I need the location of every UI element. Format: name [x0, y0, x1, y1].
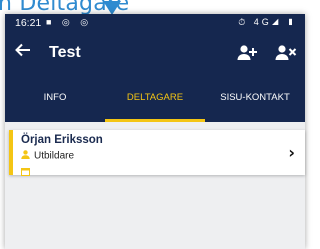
participant-role-row: Utbildare [21, 150, 74, 162]
caption-arrow-icon [103, 1, 121, 15]
system-status-icons: ⏱ 4G◢ ▮ [238, 17, 297, 27]
notification-icons: ■ ◎ ◎ [46, 17, 93, 27]
chevron-right-icon[interactable]: › [288, 143, 295, 162]
tab-deltagare[interactable]: DELTAGARE [105, 74, 205, 122]
tab-indicator [105, 119, 205, 122]
back-arrow-icon[interactable] [14, 41, 38, 65]
person-add-icon[interactable] [237, 44, 257, 62]
status-time: 16:21 [15, 17, 42, 29]
tab-info[interactable]: INFO [5, 74, 105, 122]
status-bar: 16:21 ■ ◎ ◎ ⏱ 4G◢ ▮ [5, 14, 305, 32]
person-remove-icon[interactable] [275, 44, 297, 62]
person-icon [21, 150, 30, 162]
page-title: Test [49, 44, 81, 61]
phone-screen: 16:21 ■ ◎ ◎ ⏱ 4G◢ ▮ Test INFO DELTAGARE … [5, 14, 305, 249]
tab-sisu-kontakt[interactable]: SISU-KONTAKT [205, 74, 305, 122]
participant-name: Örjan Eriksson [21, 134, 103, 146]
participant-role: Utbildare [34, 150, 75, 162]
participant-card[interactable]: Örjan Eriksson Utbildare › [9, 130, 305, 176]
calendar-icon [21, 163, 30, 181]
app-bar: Test [5, 32, 305, 74]
tab-bar: INFO DELTAGARE SISU-KONTAKT [5, 74, 305, 122]
